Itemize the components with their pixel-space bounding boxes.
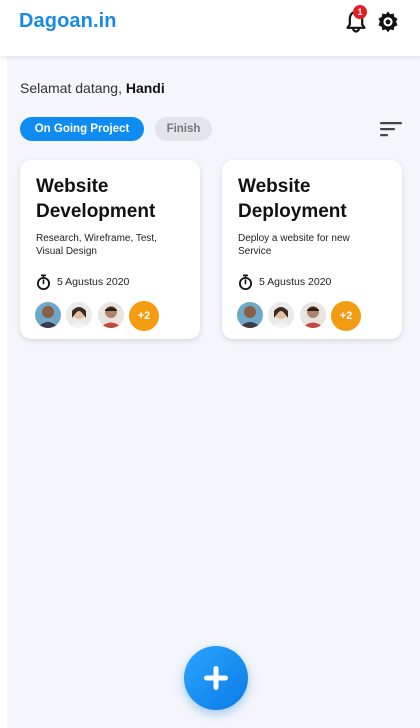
user-name: Handi (125, 80, 165, 96)
left-edge-strip (0, 0, 7, 728)
plus-icon (204, 666, 228, 690)
greeting-text: Selamat datang, Handi (20, 80, 165, 96)
project-title: Website Deployment (238, 176, 347, 222)
app-header: Dagoan.in 1 (0, 0, 420, 56)
avatar (268, 302, 294, 328)
avatar (35, 302, 61, 328)
sort-icon[interactable] (379, 119, 403, 139)
avatar (66, 302, 92, 328)
project-date: 5 Agustus 2020 (57, 276, 130, 288)
stopwatch-icon (37, 274, 50, 290)
avatar (98, 302, 124, 328)
member-avatars: +2 (35, 301, 165, 331)
avatar (300, 302, 326, 328)
tab-on-going-project[interactable]: On Going Project (20, 117, 144, 141)
notification-badge: 1 (353, 5, 367, 19)
member-avatars: +2 (237, 301, 367, 331)
stopwatch-icon (239, 274, 252, 290)
project-description: Research, Wireframe, Test, Visual Design (36, 233, 157, 257)
more-members-badge[interactable]: +2 (331, 301, 361, 331)
project-title: Website Development (36, 176, 156, 222)
add-project-button[interactable] (184, 646, 248, 710)
more-members-badge[interactable]: +2 (129, 301, 159, 331)
project-date-row: 5 Agustus 2020 (238, 274, 331, 290)
greeting-prefix: Selamat datang, (20, 80, 122, 96)
brand-logo[interactable]: Dagoan.in (19, 10, 117, 33)
project-date-row: 5 Agustus 2020 (36, 274, 129, 290)
gear-icon[interactable] (376, 10, 400, 34)
project-date: 5 Agustus 2020 (259, 276, 332, 288)
avatar (237, 302, 263, 328)
project-card[interactable]: Website Development Research, Wireframe,… (20, 160, 200, 339)
project-card[interactable]: Website Deployment Deploy a website for … (222, 160, 402, 339)
project-description: Deploy a website for new Service (238, 233, 350, 257)
tab-finish[interactable]: Finish (155, 117, 212, 141)
